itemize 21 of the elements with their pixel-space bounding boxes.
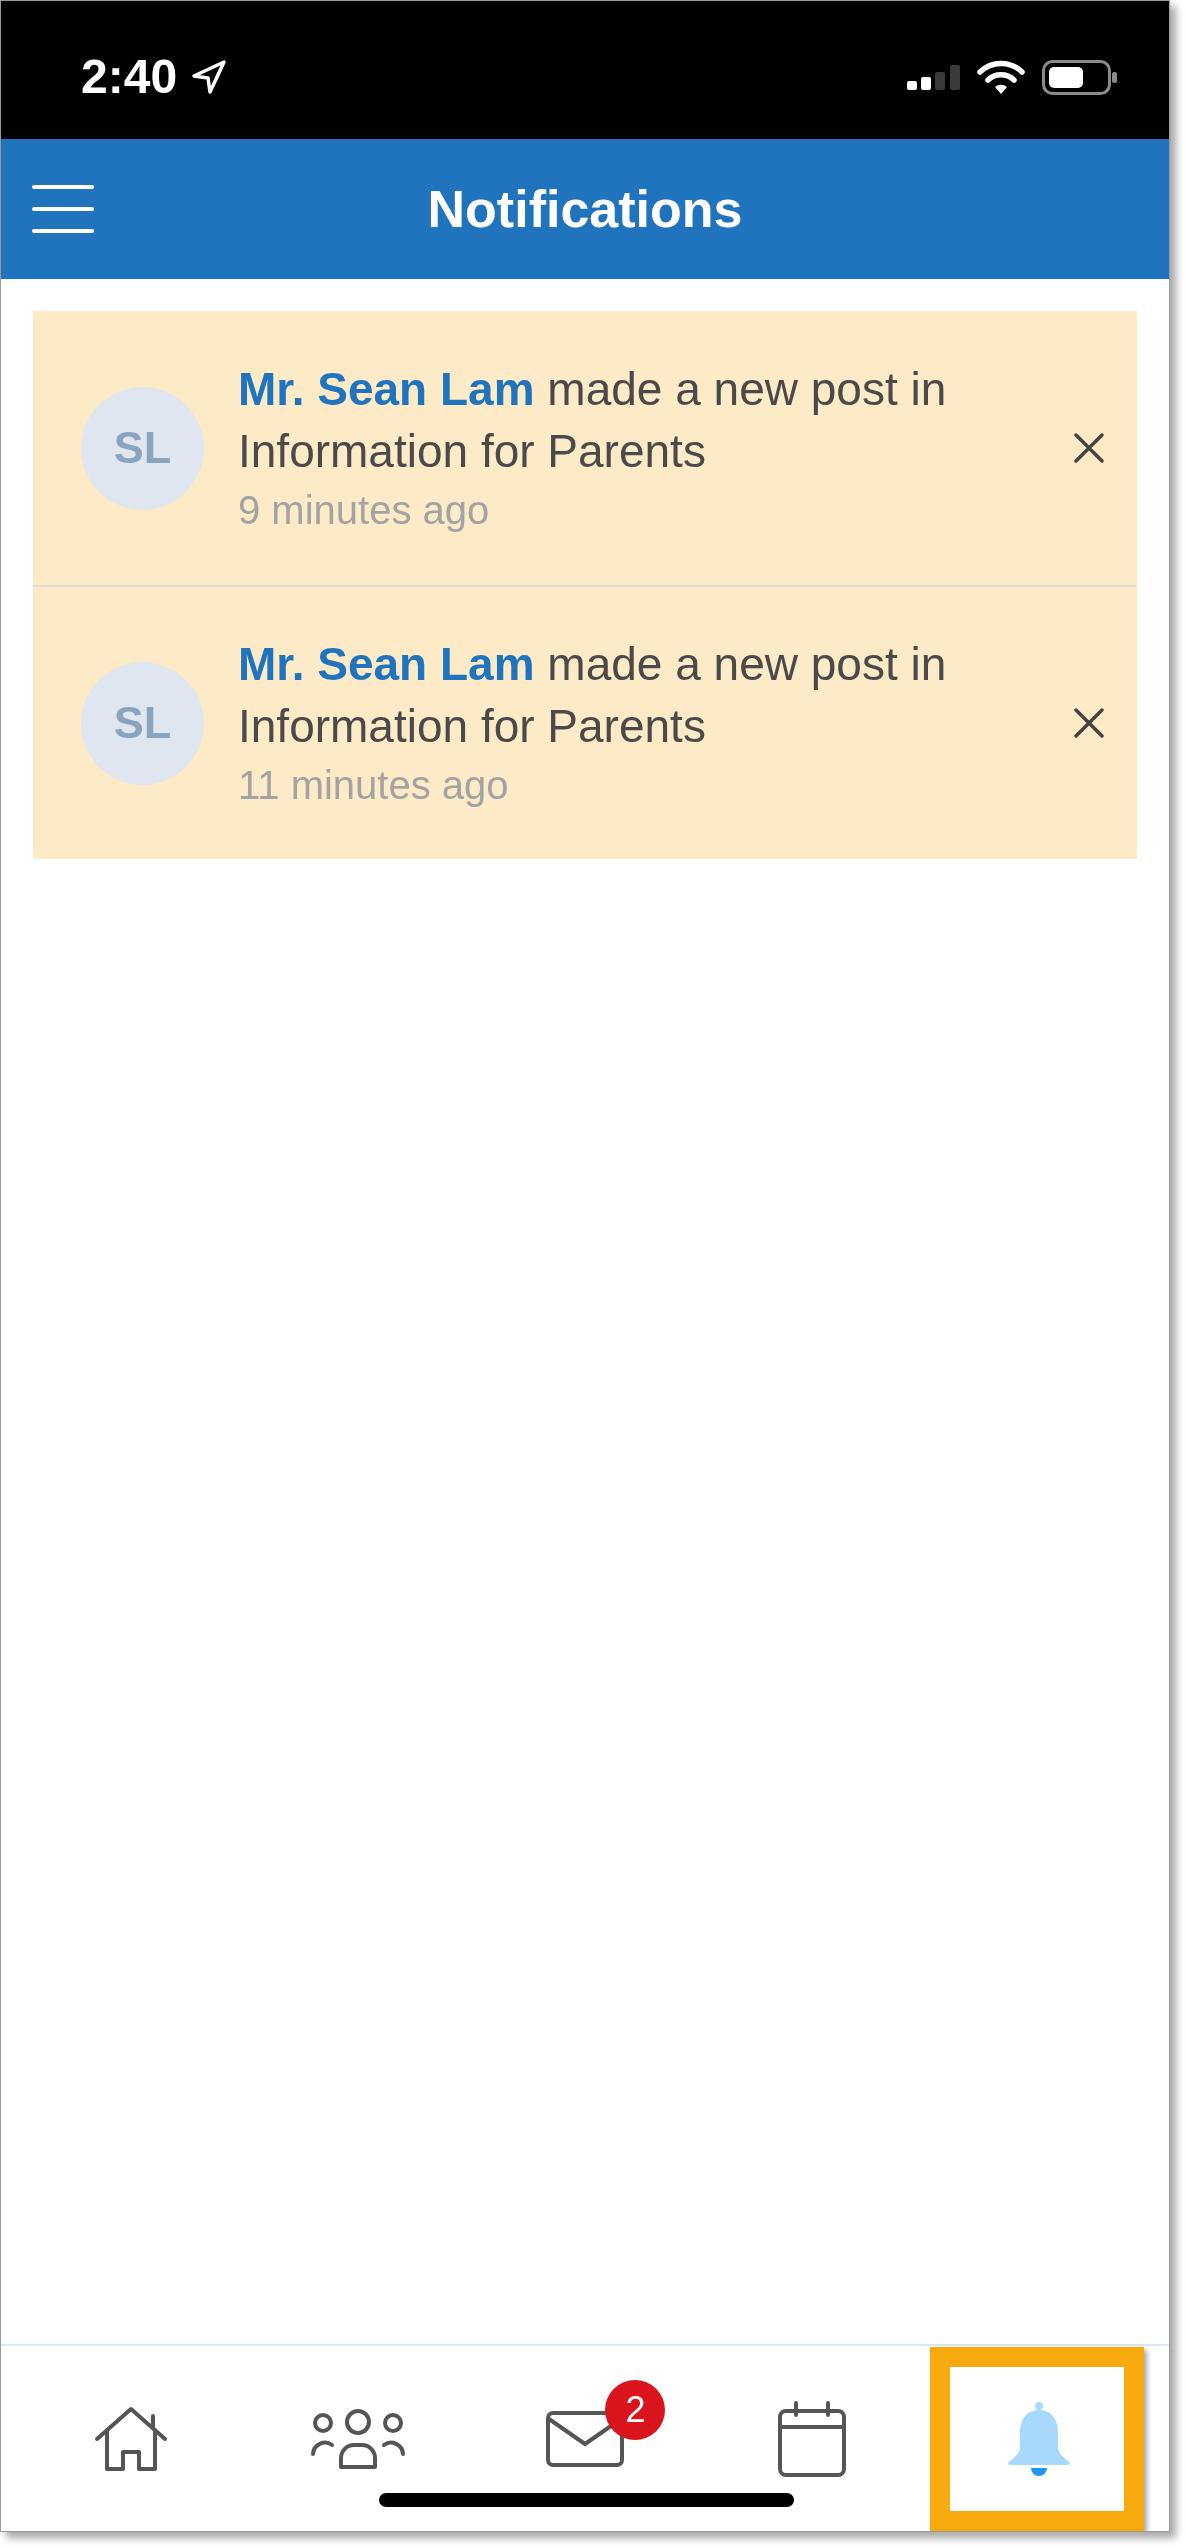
notification-time: 11 minutes ago <box>238 762 510 809</box>
avatar: SL <box>81 386 204 510</box>
people-icon <box>309 2408 406 2470</box>
screen-title: Notifications <box>427 183 743 235</box>
wifi-icon <box>976 59 1026 95</box>
unread-badge: 2 <box>605 2380 666 2440</box>
avatar: SL <box>81 661 204 785</box>
notification-item[interactable]: SL Mr. Sean Lam made a new post in Information for Parents 11 minutes ago <box>33 585 1137 859</box>
status-time: 2:40 <box>81 53 178 101</box>
signal-icon <box>907 64 960 90</box>
notification-text: Mr. Sean Lam made a new post in Information for Parents <box>238 362 948 479</box>
calendar-icon <box>778 2401 847 2477</box>
notification-time: 9 minutes ago <box>238 487 491 534</box>
home-icon <box>93 2406 168 2472</box>
notification-text: Mr. Sean Lam made a new post in Information for Parents <box>238 637 948 754</box>
close-icon <box>1074 708 1104 738</box>
notification-item[interactable]: SL Mr. Sean Lam made a new post in Information for Parents 9 minutes ago <box>33 311 1137 585</box>
battery-icon <box>1042 59 1117 95</box>
close-icon <box>1074 433 1104 463</box>
menu-icon <box>32 185 94 233</box>
location-arrow-icon <box>191 59 228 95</box>
